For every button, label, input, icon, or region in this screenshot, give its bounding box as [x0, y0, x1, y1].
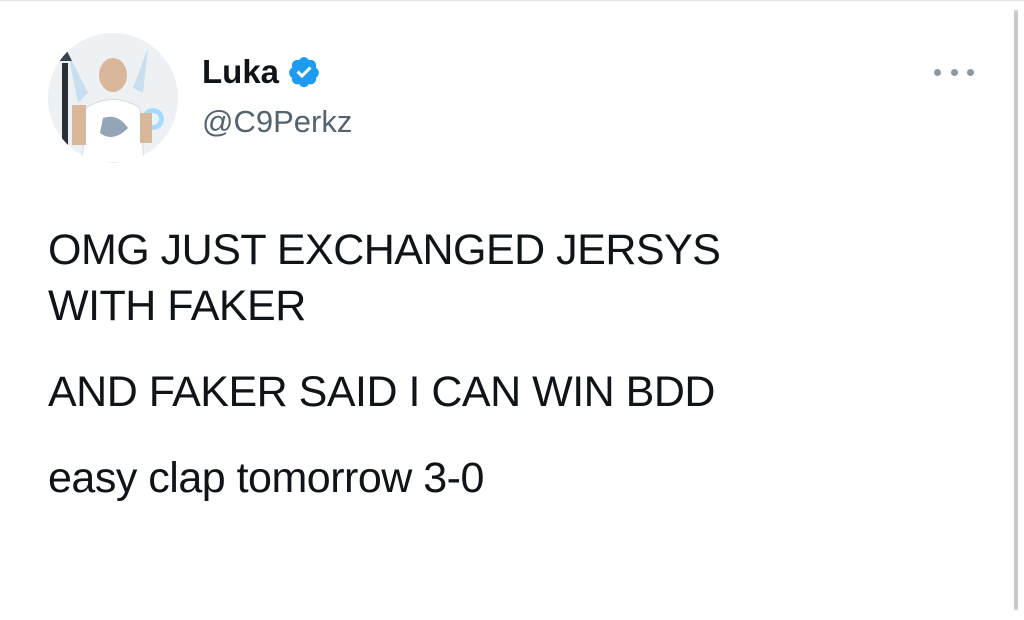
tweet-paragraph-1: OMG JUST EXCHANGED JERSYS WITH FAKER	[48, 222, 948, 334]
scrollbar[interactable]	[1014, 10, 1018, 610]
more-dot	[967, 68, 974, 76]
display-name[interactable]: Luka	[202, 52, 279, 92]
tweet-line: WITH FAKER	[48, 282, 306, 330]
more-dot	[950, 68, 958, 76]
tweet-line: OMG JUST EXCHANGED JERSYS	[48, 226, 721, 274]
tweet-card: Luka @C9Perkz OMG JUST EXCHANGED JERSYS …	[0, 0, 1024, 620]
verified-badge-icon	[289, 57, 319, 88]
author-handle[interactable]: @C9Perkz	[202, 102, 352, 142]
more-options-icon[interactable]	[934, 62, 974, 82]
top-divider	[0, 0, 1024, 1]
tweet-paragraph-3: easy clap tomorrow 3-0	[48, 450, 948, 506]
tweet-paragraph-2: AND FAKER SAID I CAN WIN BDD	[48, 364, 948, 420]
author-name-row: Luka	[202, 52, 321, 92]
tweet-text: OMG JUST EXCHANGED JERSYS WITH FAKER AND…	[48, 222, 948, 530]
avatar[interactable]	[48, 33, 178, 163]
tweet-line: easy clap tomorrow 3-0	[48, 454, 484, 502]
tweet-line: AND FAKER SAID I CAN WIN BDD	[48, 368, 715, 416]
avatar-photo-icon	[48, 33, 178, 163]
more-dot	[934, 68, 941, 76]
